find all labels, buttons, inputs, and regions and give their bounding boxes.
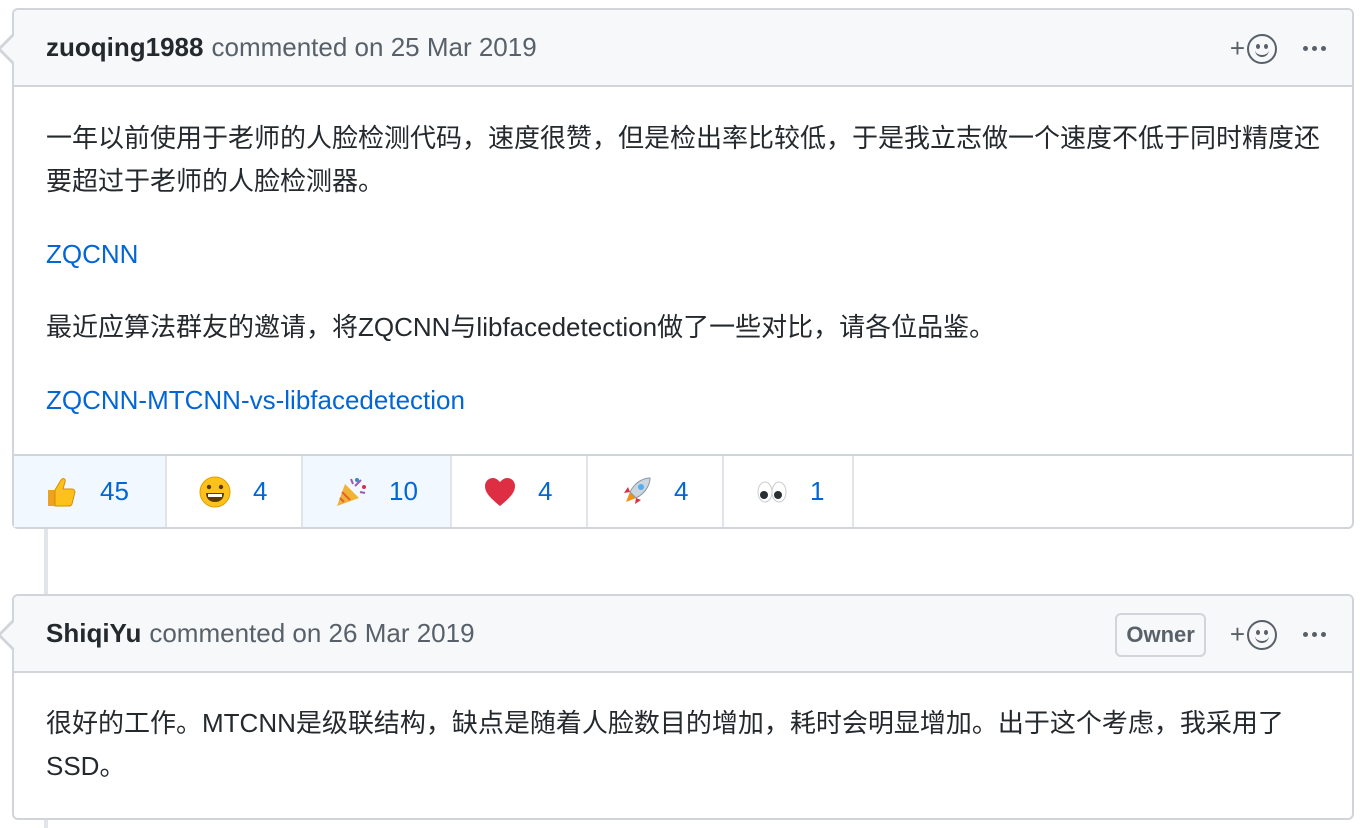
owner-badge: Owner — [1115, 612, 1206, 657]
comment-zuoqing1988: zuoqing1988 commented on 25 Mar 2019 + 一… — [0, 8, 1354, 529]
comment-meta[interactable]: commented on 26 Mar 2019 — [149, 618, 474, 649]
reaction-count: 4 — [253, 476, 268, 506]
plus-icon: + — [1229, 33, 1245, 63]
grinning-face-icon — [197, 474, 233, 510]
comment-actions: + — [1230, 10, 1326, 87]
reactions-bar: 45 4 10 4 4 1 — [14, 454, 1352, 527]
thumbs-up-icon — [44, 474, 80, 510]
reaction-count: 4 — [674, 476, 689, 506]
comparison-link[interactable]: ZQCNN-MTCNN-vs-libfacedetection — [46, 385, 465, 415]
comment-author[interactable]: ShiqiYu — [46, 618, 141, 649]
party-popper-icon — [333, 474, 369, 510]
reaction-rocket[interactable]: 4 — [588, 456, 724, 527]
reaction-thumbs-up[interactable]: 45 — [14, 456, 167, 527]
comment-meta[interactable]: commented on 25 Mar 2019 — [211, 32, 536, 63]
reaction-count: 1 — [810, 476, 825, 506]
smiley-icon — [1247, 33, 1277, 64]
reaction-party-popper[interactable]: 10 — [303, 456, 452, 527]
more-options-button[interactable] — [1303, 632, 1326, 637]
comment-paragraph: 一年以前使用于老师的人脸检测代码，速度很赞，但是检出率比较低，于是我立志做一个速… — [46, 123, 1321, 196]
add-reaction-button[interactable]: + — [1230, 33, 1277, 64]
smiley-icon — [1247, 619, 1277, 650]
comment-body: 一年以前使用于老师的人脸检测代码，速度很赞，但是检出率比较低，于是我立志做一个速… — [14, 87, 1352, 422]
more-options-button[interactable] — [1303, 46, 1326, 51]
comment-shiqiyu: ShiqiYu commented on 26 Mar 2019 Owner +… — [0, 594, 1354, 820]
red-heart-icon — [482, 474, 518, 510]
eyes-icon — [754, 474, 790, 510]
reaction-count: 45 — [100, 476, 129, 506]
comment-header: ShiqiYu commented on 26 Mar 2019 Owner + — [14, 596, 1352, 673]
comment-body: 很好的工作。MTCNN是级联结构，缺点是随着人脸数目的增加，耗时会明显增加。出于… — [14, 673, 1352, 788]
zqcnn-link[interactable]: ZQCNN — [46, 239, 138, 269]
add-reaction-button[interactable]: + — [1230, 619, 1277, 650]
comment-paragraph: 很好的工作。MTCNN是级联结构，缺点是随着人脸数目的增加，耗时会明显增加。出于… — [46, 708, 1284, 781]
comment-actions: Owner + — [1115, 596, 1326, 673]
reaction-eyes[interactable]: 1 — [724, 456, 854, 527]
reaction-count: 10 — [389, 476, 418, 506]
reaction-heart[interactable]: 4 — [452, 456, 588, 527]
rocket-icon — [618, 474, 654, 510]
comment-paragraph: 最近应算法群友的邀请，将ZQCNN与libfacedetection做了一些对比… — [46, 312, 996, 342]
reaction-count: 4 — [538, 476, 553, 506]
reaction-grinning-face[interactable]: 4 — [167, 456, 303, 527]
comment-header: zuoqing1988 commented on 25 Mar 2019 + — [14, 10, 1352, 87]
plus-icon: + — [1229, 619, 1245, 649]
comment-author[interactable]: zuoqing1988 — [46, 32, 203, 63]
